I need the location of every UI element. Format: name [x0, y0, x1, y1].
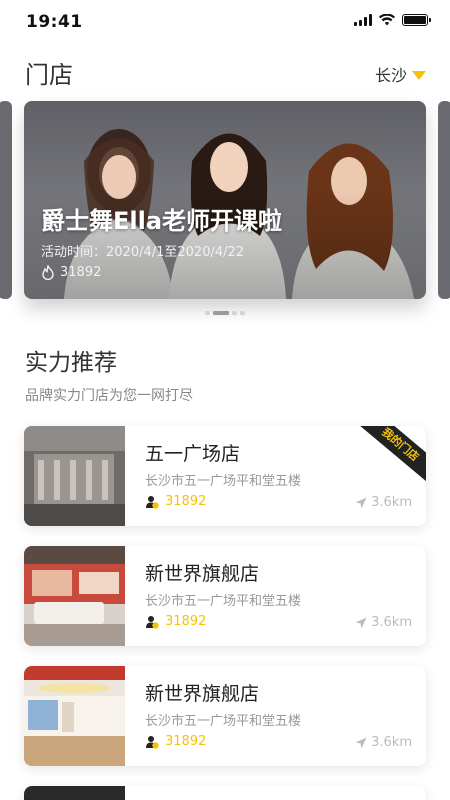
carousel-dot[interactable]: [213, 311, 229, 315]
status-icons: [354, 14, 431, 26]
user-badge-icon: [146, 615, 159, 629]
store-distance-value: 3.6km: [371, 735, 412, 750]
carousel-dot[interactable]: [205, 311, 210, 315]
location-arrow-icon: [355, 617, 367, 628]
store-distance: 3.6km: [355, 735, 412, 750]
carousel-indicator: [0, 311, 450, 315]
section-subtitle: 品牌实力门店为您一网打尽: [25, 388, 193, 404]
dropdown-arrow-icon: [412, 70, 426, 80]
signal-icon: [354, 14, 372, 26]
next-banner-peek[interactable]: [438, 101, 450, 299]
carousel-dot[interactable]: [240, 311, 245, 315]
store-name: 新世界旗舰店: [145, 683, 260, 705]
status-time: 19:41: [26, 12, 83, 32]
store-photo: [24, 666, 125, 766]
wifi-icon: [379, 14, 395, 26]
store-name: 新世界旗舰店: [145, 563, 260, 585]
store-list: 五一广场店 长沙市五一广场平和堂五楼 31892 3.6km 我的门店 新世界旗…: [24, 426, 426, 786]
prev-banner-peek[interactable]: [0, 101, 12, 299]
store-photo: [24, 546, 125, 646]
banner-date: 活动时间：2020/4/1至2020/4/22: [41, 245, 245, 260]
flame-icon: [42, 265, 54, 280]
banner-title: 爵士舞Ella老师开课啦: [41, 207, 283, 235]
user-badge-icon: [146, 495, 159, 509]
store-address: 长沙市五一广场平和堂五楼: [145, 714, 302, 729]
store-card[interactable]: 新世界旗舰店 长沙市五一广场平和堂五楼 31892 3.6km: [24, 546, 426, 646]
store-hot-value: 31892: [165, 494, 207, 509]
city-label: 长沙: [374, 66, 407, 85]
store-hot-value: 31892: [165, 614, 207, 629]
store-hot: 31892: [145, 734, 206, 749]
store-photo: [24, 426, 125, 526]
store-hot: 31892: [145, 494, 206, 509]
store-distance: 3.6km: [355, 615, 412, 630]
banner-card[interactable]: 爵士舞Ella老师开课啦 活动时间：2020/4/1至2020/4/22 318…: [24, 101, 426, 299]
location-arrow-icon: [355, 737, 367, 748]
store-card[interactable]: 五一广场店 长沙市五一广场平和堂五楼 31892 3.6km 我的门店: [24, 426, 426, 526]
banner-carousel[interactable]: 爵士舞Ella老师开课啦 活动时间：2020/4/1至2020/4/22 318…: [0, 101, 450, 301]
store-distance-value: 3.6km: [371, 615, 412, 630]
store-distance: 3.6km: [355, 495, 412, 510]
store-address: 长沙市五一广场平和堂五楼: [145, 594, 302, 609]
carousel-dot[interactable]: [232, 311, 237, 315]
user-badge-icon: [146, 735, 159, 749]
section-title: 实力推荐: [25, 350, 117, 376]
city-selector[interactable]: 长沙: [375, 62, 426, 86]
banner-hot-count: 31892: [41, 265, 101, 280]
store-photo: [24, 786, 125, 800]
battery-icon: [402, 14, 431, 26]
status-bar: 19:41: [0, 0, 450, 44]
page-title: 门店: [25, 61, 73, 89]
store-card[interactable]: 新世界旗舰店 长沙市五一广场平和堂五楼 31892 3.6km: [24, 666, 426, 766]
store-name: 五一广场店: [145, 443, 241, 465]
store-hot: 31892: [145, 614, 206, 629]
location-arrow-icon: [355, 497, 367, 508]
my-store-badge: 我的门店: [354, 426, 426, 486]
store-hot-value: 31892: [165, 734, 207, 749]
store-distance-value: 3.6km: [371, 495, 412, 510]
store-card-partial[interactable]: [24, 786, 426, 800]
store-address: 长沙市五一广场平和堂五楼: [145, 474, 302, 489]
banner-hot-value: 31892: [60, 265, 102, 280]
